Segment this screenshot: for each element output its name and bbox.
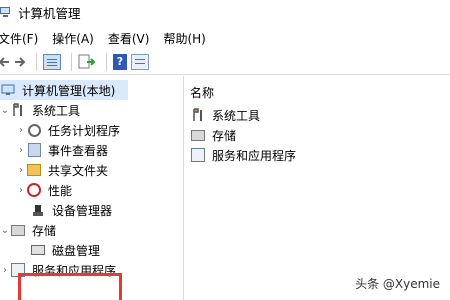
export-list-button[interactable]: [78, 52, 96, 72]
tree-item-label: 计算机管理(本地): [22, 83, 116, 98]
menu-view[interactable]: 查看(V): [108, 30, 150, 47]
back-button[interactable]: [0, 52, 10, 72]
help-button[interactable]: ?: [113, 52, 127, 72]
menu-action[interactable]: 操作(A): [52, 30, 94, 47]
details-pane: 名称 系统工具 存储 服务和应用程序: [184, 78, 450, 300]
computer-management-icon: [0, 82, 16, 98]
arrow-left-icon: [0, 56, 9, 67]
tools-icon: [10, 102, 26, 118]
tree-item-performance[interactable]: › 性能: [16, 180, 72, 200]
arrow-right-icon: [15, 56, 26, 67]
chevron-right-icon[interactable]: ›: [16, 145, 26, 156]
tree-item-label: 存储: [32, 223, 57, 238]
chevron-right-icon[interactable]: ›: [16, 185, 26, 196]
export-icon: [78, 54, 96, 68]
chevron-down-icon[interactable]: ⌄: [0, 225, 10, 236]
tree-item-label: 共享文件夹: [48, 163, 109, 178]
tree-item-label: 任务计划程序: [48, 123, 121, 138]
tree-item-label: 设备管理器: [52, 203, 113, 218]
console-tree-icon: [43, 53, 61, 70]
storage-icon: [10, 222, 26, 238]
tree-item-label: 系统工具: [32, 103, 81, 118]
storage-icon: [190, 127, 206, 143]
disk-icon: [30, 242, 46, 258]
tree-item-label: 性能: [48, 183, 73, 198]
toolbar-separator: [36, 52, 37, 71]
console-tree: 计算机管理(本地) ⌄ 系统工具 › 任务计划程序 › 事件查看器 › 共享文件…: [0, 78, 183, 300]
toolbar: ?: [0, 49, 450, 75]
services-icon: [190, 147, 206, 163]
tree-item-computer-management-local[interactable]: 计算机管理(本地): [0, 80, 128, 100]
chevron-down-icon[interactable]: ⌄: [0, 105, 10, 116]
tree-item-shared-folders[interactable]: › 共享文件夹: [16, 160, 108, 180]
show-hide-action-pane-button[interactable]: [131, 52, 149, 72]
toolbar-separator: [106, 52, 107, 71]
tree-item-label: 磁盘管理: [52, 243, 101, 258]
tree-item-storage[interactable]: ⌄ 存储: [0, 220, 56, 240]
tree-item-label: 事件查看器: [48, 143, 109, 158]
list-item-label: 存储: [212, 128, 237, 143]
list-item-system-tools[interactable]: 系统工具: [190, 106, 260, 124]
tree-item-disk-management[interactable]: 磁盘管理: [30, 240, 100, 260]
window-title: 计算机管理: [18, 5, 81, 21]
list-item-services-applications[interactable]: 服务和应用程序: [190, 146, 296, 164]
help-icon: ?: [113, 53, 127, 70]
highlight-box: [18, 273, 122, 300]
title-bar: 计算机管理: [0, 0, 450, 24]
tree-item-event-viewer[interactable]: › 事件查看器: [16, 140, 108, 160]
device-manager-icon: [30, 202, 46, 218]
list-item-label: 系统工具: [212, 108, 261, 123]
computer-management-icon: [0, 6, 12, 18]
tree-item-task-scheduler[interactable]: › 任务计划程序: [16, 120, 120, 140]
chevron-right-icon[interactable]: ›: [16, 125, 26, 136]
performance-icon: [26, 182, 42, 198]
watermark: 头条 @Xyemie: [355, 277, 440, 291]
forward-button[interactable]: [14, 52, 26, 72]
column-header-name[interactable]: 名称: [190, 84, 214, 101]
event-viewer-icon: [26, 142, 42, 158]
clock-icon: [26, 122, 42, 138]
menu-bar: 文件(F) 操作(A) 查看(V) 帮助(H): [0, 28, 450, 48]
action-pane-icon: [131, 53, 149, 70]
chevron-right-icon[interactable]: ›: [0, 265, 10, 276]
tree-item-system-tools[interactable]: ⌄ 系统工具: [0, 100, 80, 120]
list-item-label: 服务和应用程序: [212, 148, 297, 163]
menu-help[interactable]: 帮助(H): [163, 30, 205, 47]
tree-item-device-manager[interactable]: 设备管理器: [30, 200, 112, 220]
menu-file[interactable]: 文件(F): [0, 30, 38, 47]
shared-folder-icon: [26, 162, 42, 178]
show-hide-console-tree-button[interactable]: [43, 52, 61, 72]
list-item-storage[interactable]: 存储: [190, 126, 236, 144]
toolbar-separator: [71, 52, 72, 71]
chevron-right-icon[interactable]: ›: [16, 165, 26, 176]
tools-icon: [190, 107, 206, 123]
